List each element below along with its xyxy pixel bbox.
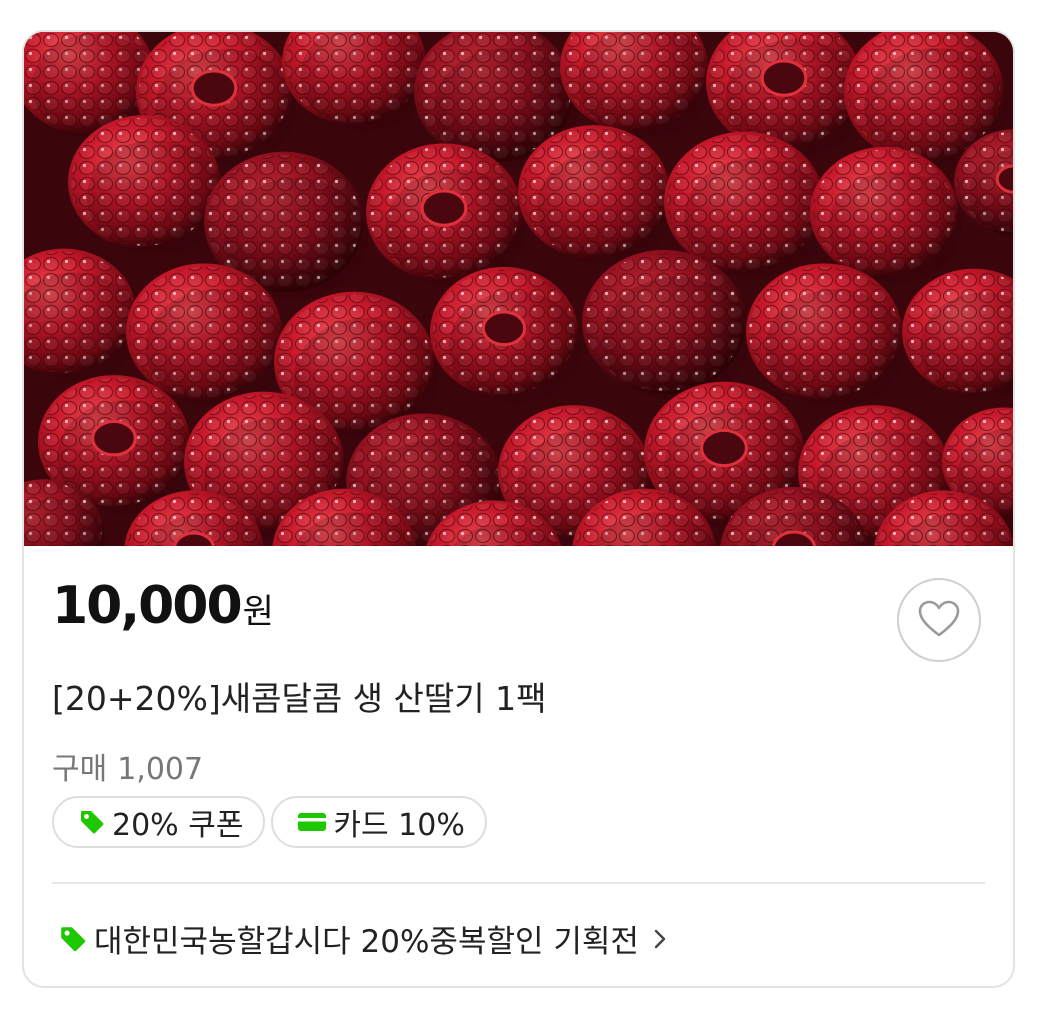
product-image[interactable] [24,32,1013,546]
promotion-label: 대한민국농할갑시다 20%중복할인 기획전 [94,924,639,960]
price-unit: 원 [242,592,274,632]
promotion-link[interactable]: 대한민국농할갑시다 20%중복할인 기획전 [58,916,667,961]
price-value: 10,000 [52,576,243,636]
like-button[interactable] [897,578,981,662]
card-discount-badge[interactable]: 카드 10% [271,796,487,848]
coupon-badge-label: 20% 쿠폰 [112,808,244,843]
benefit-badges: 20% 쿠폰 카드 10% [52,796,487,848]
coupon-badge[interactable]: 20% 쿠폰 [52,796,266,848]
tag-icon [58,924,88,954]
product-card[interactable]: 10,000 원 [20+20%]새콤달콤 생 산딸기 1팩 구매 1,007 [22,30,1015,988]
divider [52,882,985,884]
product-title[interactable]: [20+20%]새콤달콤 생 산딸기 1팩 [52,672,546,720]
heart-outline-icon [918,600,960,641]
purchase-label: 구매 [52,752,108,787]
card-discount-label: 카드 10% [333,808,465,843]
purchase-count: 구매 1,007 [52,744,203,788]
tag-icon [78,808,106,836]
chevron-right-icon [653,927,667,951]
card-icon [297,810,327,834]
purchase-count-value: 1,007 [117,752,204,787]
price: 10,000 원 [52,576,274,636]
